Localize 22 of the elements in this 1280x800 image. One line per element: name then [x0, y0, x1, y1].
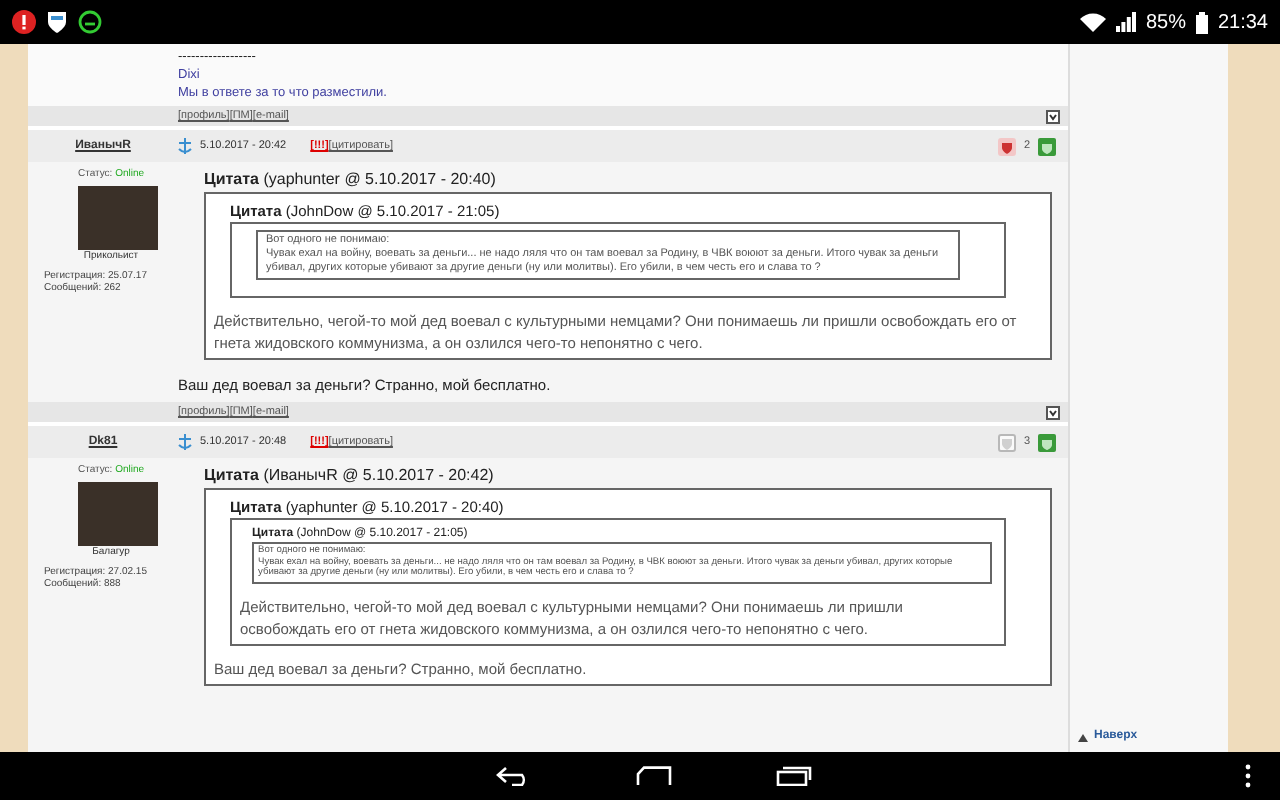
menu-icon[interactable]	[1244, 764, 1252, 788]
shield-app-icon	[46, 10, 68, 34]
avatar-photo-placeholder	[78, 482, 158, 546]
clock-time: 21:34	[1217, 11, 1268, 33]
anchor-icon[interactable]	[178, 138, 192, 154]
quote-title: Цитата (yaphunter @ 5.10.2017 - 20:40)	[204, 170, 498, 188]
battery-icon	[1195, 11, 1208, 33]
home-icon[interactable]	[636, 766, 672, 786]
vote-up-icon[interactable]	[1038, 137, 1056, 155]
scroll-down-icon[interactable]	[1046, 405, 1060, 419]
wifi-icon	[1079, 12, 1106, 32]
anchor-icon[interactable]	[178, 434, 192, 450]
scroll-down-icon[interactable]	[1046, 109, 1060, 123]
alert-app-icon	[12, 10, 36, 34]
vote-down-icon[interactable]	[997, 137, 1016, 155]
vote-up-icon[interactable]	[1038, 433, 1056, 451]
avatar-photo-placeholder	[78, 186, 158, 250]
signal-icon	[1115, 12, 1136, 32]
up-arrow-icon[interactable]	[1078, 734, 1088, 742]
battery-percent: 85%	[1145, 11, 1186, 33]
recent-apps-icon[interactable]	[776, 766, 812, 786]
quote-title: Цитата (ИванычR @ 5.10.2017 - 20:42)	[204, 466, 496, 484]
